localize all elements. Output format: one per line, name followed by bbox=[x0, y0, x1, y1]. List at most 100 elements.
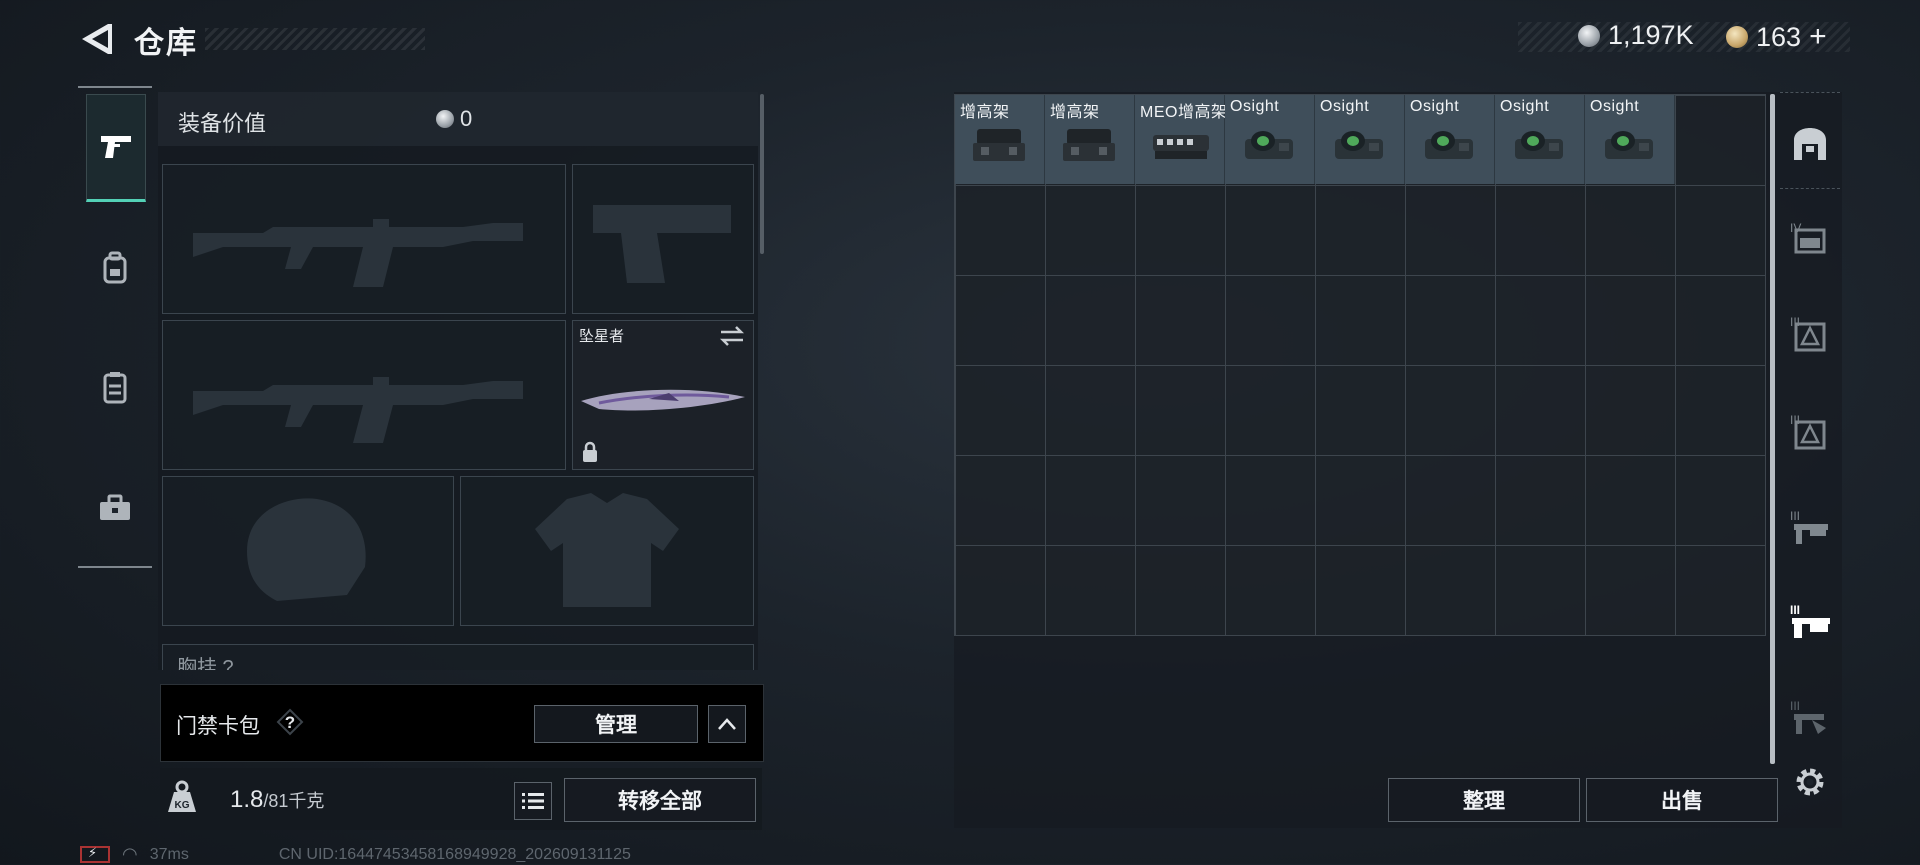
tab-weapons[interactable] bbox=[86, 94, 146, 202]
category-containers[interactable]: IV bbox=[1782, 210, 1838, 266]
storage-item[interactable]: MEO增高架 bbox=[1135, 95, 1227, 184]
gear-icon bbox=[1796, 768, 1824, 796]
gold-coin-icon bbox=[1726, 26, 1748, 48]
manage-button[interactable]: 管理 bbox=[534, 705, 698, 743]
equipment-value-header: 装备价值 0 bbox=[158, 92, 758, 146]
silver-currency: 1,197K bbox=[1578, 20, 1694, 51]
list-icon bbox=[522, 793, 544, 809]
weight-current: 1.8 bbox=[230, 786, 264, 813]
storage-item[interactable]: Osight bbox=[1585, 95, 1675, 184]
silver-coin-icon bbox=[436, 110, 454, 128]
category-helmet-iii[interactable]: III bbox=[1782, 404, 1838, 460]
gold-currency[interactable]: 163 + bbox=[1726, 20, 1827, 54]
backpack-icon bbox=[103, 251, 127, 284]
settings-button[interactable] bbox=[1782, 754, 1838, 810]
primary-weapon-slot[interactable] bbox=[162, 164, 566, 314]
rifle-silhouette-icon bbox=[193, 219, 523, 287]
osight-icon bbox=[1425, 131, 1473, 159]
back-button[interactable] bbox=[78, 20, 116, 58]
svg-text:KG: KG bbox=[175, 800, 190, 811]
category-divider bbox=[1780, 92, 1840, 94]
accessory-rail-icon: III bbox=[1790, 603, 1830, 638]
tab-gear[interactable] bbox=[86, 216, 144, 320]
sell-button[interactable]: 出售 bbox=[1586, 778, 1778, 822]
container-icon: IV bbox=[1790, 221, 1826, 254]
chevron-up-icon bbox=[718, 718, 736, 730]
briefcase-icon bbox=[100, 494, 130, 520]
warehouse-icon bbox=[1794, 128, 1826, 160]
chest-rig-icon bbox=[103, 372, 127, 404]
category-accessories[interactable]: III bbox=[1782, 594, 1838, 650]
storage-item[interactable]: 增高架 bbox=[1045, 95, 1135, 184]
list-view-button[interactable] bbox=[514, 782, 552, 820]
transfer-all-button[interactable]: 转移全部 bbox=[564, 778, 756, 822]
category-rig-iii[interactable]: III bbox=[1782, 500, 1838, 556]
category-armor-iii[interactable]: III bbox=[1782, 306, 1838, 362]
secondary-weapon-slot[interactable] bbox=[162, 320, 566, 470]
storage-item[interactable]: Osight bbox=[1225, 95, 1315, 184]
user-uid: CN UID:16447453458168949928_202609131125 bbox=[278, 845, 631, 863]
equipment-value: 0 bbox=[460, 106, 473, 131]
storage-item[interactable]: Osight bbox=[1315, 95, 1405, 184]
title-decoration bbox=[205, 28, 425, 50]
weight-readout: 1.8/81千克 bbox=[230, 786, 324, 814]
storage-item[interactable]: Osight bbox=[1495, 95, 1585, 184]
melee-name: 坠星者 bbox=[579, 328, 625, 345]
category-all[interactable] bbox=[1782, 116, 1838, 172]
riser-mount-icon bbox=[973, 129, 1025, 161]
pistol-icon bbox=[101, 136, 131, 158]
back-arrow-icon bbox=[82, 24, 112, 54]
gold-amount: 163 bbox=[1756, 21, 1802, 52]
help-icon[interactable]: ? bbox=[276, 708, 304, 736]
category-misc[interactable]: III bbox=[1782, 690, 1838, 746]
equipment-scrollbar[interactable] bbox=[760, 94, 764, 254]
tab-cases[interactable] bbox=[86, 456, 144, 560]
equipment-panel: 装备价值 0 坠星者 胸挂 ? bbox=[158, 92, 758, 670]
status-footer: ⚡ ◠ 37ms CN UID:16447453458168949928_202… bbox=[80, 844, 631, 865]
rig-iii-icon: III bbox=[1790, 509, 1828, 544]
knife-icon bbox=[581, 389, 745, 411]
meo-riser-icon bbox=[1153, 135, 1209, 159]
helmet-iii-icon: III bbox=[1790, 413, 1826, 450]
svg-text:III: III bbox=[1790, 603, 1800, 617]
sidearm-slot[interactable] bbox=[572, 164, 754, 314]
tab-divider bbox=[78, 86, 152, 88]
chest-rig-label: 胸挂 ? bbox=[177, 657, 234, 670]
storage-scrollbar[interactable] bbox=[1770, 94, 1775, 764]
pistol-silhouette-icon bbox=[593, 205, 731, 283]
svg-text:III: III bbox=[1790, 699, 1800, 713]
weight-max: /81千克 bbox=[263, 791, 325, 811]
silver-amount: 1,197K bbox=[1608, 20, 1694, 50]
rifle-silhouette-icon bbox=[193, 377, 523, 443]
osight-icon bbox=[1605, 131, 1653, 159]
svg-text:?: ? bbox=[285, 713, 295, 732]
swap-icon[interactable] bbox=[719, 325, 745, 347]
page-title: 仓库 bbox=[134, 27, 198, 60]
equipment-value-label: 装备价值 bbox=[178, 111, 267, 136]
access-card-pack-label: 门禁卡包 bbox=[176, 715, 260, 738]
category-divider bbox=[1780, 188, 1840, 190]
osight-icon bbox=[1335, 131, 1383, 159]
osight-icon bbox=[1515, 131, 1563, 159]
osight-icon bbox=[1245, 131, 1293, 159]
wifi-icon: ◠ bbox=[122, 844, 138, 864]
weight-icon: KG bbox=[166, 780, 202, 816]
melee-slot[interactable]: 坠星者 bbox=[572, 320, 754, 470]
add-gold-button[interactable]: + bbox=[1809, 20, 1827, 54]
collapse-button[interactable] bbox=[708, 705, 746, 743]
helmet-slot[interactable] bbox=[162, 476, 454, 626]
tab-vest[interactable] bbox=[86, 336, 144, 440]
chest-rig-slot[interactable]: 胸挂 ? bbox=[162, 644, 754, 670]
storage-item[interactable]: 增高架 bbox=[955, 95, 1045, 184]
misc-iii-icon: III bbox=[1790, 699, 1826, 734]
sort-button[interactable]: 整理 bbox=[1388, 778, 1580, 822]
armor-iii-icon: III bbox=[1790, 315, 1826, 352]
riser-mount-icon bbox=[1063, 129, 1115, 161]
armor-silhouette-icon bbox=[535, 493, 679, 607]
armor-slot[interactable] bbox=[460, 476, 754, 626]
silver-coin-icon bbox=[1578, 24, 1600, 47]
tab-divider bbox=[78, 566, 152, 568]
lock-icon bbox=[583, 441, 597, 462]
ping: 37ms bbox=[149, 845, 189, 863]
storage-item[interactable]: Osight bbox=[1405, 95, 1495, 184]
